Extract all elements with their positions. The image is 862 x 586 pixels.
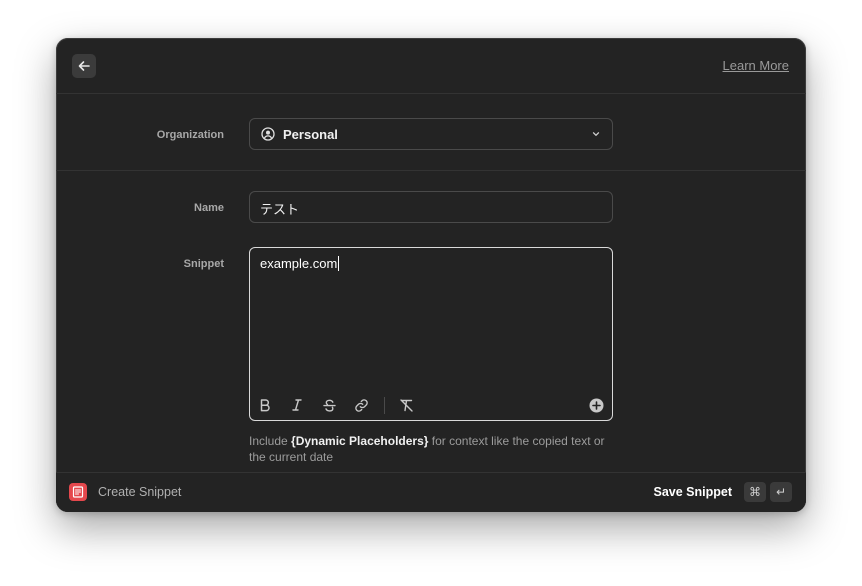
command-key-badge: ⌘ [744,482,766,502]
organization-label: Organization [156,129,224,141]
link-button[interactable] [352,396,370,414]
add-placeholder-button[interactable] [587,396,605,414]
add-placeholder-icon [589,398,603,412]
create-snippet-window: Learn More Organization Personal Name テス… [56,38,806,512]
italic-button[interactable] [288,396,306,414]
back-button[interactable] [72,54,96,78]
section-divider [56,170,806,171]
bold-icon [260,399,270,412]
hint-prefix: Include [249,434,292,448]
snippet-label: Snippet [183,258,224,270]
clear-format-button[interactable] [397,396,415,414]
text-caret [338,256,340,271]
toolbar-separator [384,397,385,414]
organization-select[interactable]: Personal [249,118,613,150]
top-bar: Learn More [56,38,806,94]
name-input[interactable]: テスト [249,191,613,223]
bold-button[interactable] [256,396,274,414]
chevron-down-icon [592,132,600,136]
dynamic-placeholders-link[interactable]: {Dynamic Placeholders} [291,434,428,448]
strikethrough-button[interactable] [320,396,338,414]
footer-title: Create Snippet [98,485,182,499]
save-snippet-button[interactable]: Save Snippet [654,485,733,499]
organization-value: Personal [283,127,338,142]
name-input-value: テスト [260,202,300,217]
italic-icon [292,399,302,411]
snippets-app-icon [69,483,87,501]
format-toolbar [250,390,612,420]
name-label: Name [194,202,224,214]
clear-format-icon [399,398,413,412]
snippet-editor[interactable]: example.com [249,247,613,421]
learn-more-link[interactable]: Learn More [723,58,789,73]
strikethrough-icon [322,399,336,412]
snippet-editor-text: example.com [260,256,340,271]
enter-key-badge: ↵ [770,482,792,502]
snippet-icon [72,486,84,498]
link-icon [354,398,368,412]
placeholder-hint: Include {Dynamic Placeholders} for conte… [249,433,619,465]
person-circle-icon [261,127,275,141]
arrow-left-icon [78,61,90,71]
footer-bar: Create Snippet Save Snippet ⌘ ↵ [56,472,806,512]
